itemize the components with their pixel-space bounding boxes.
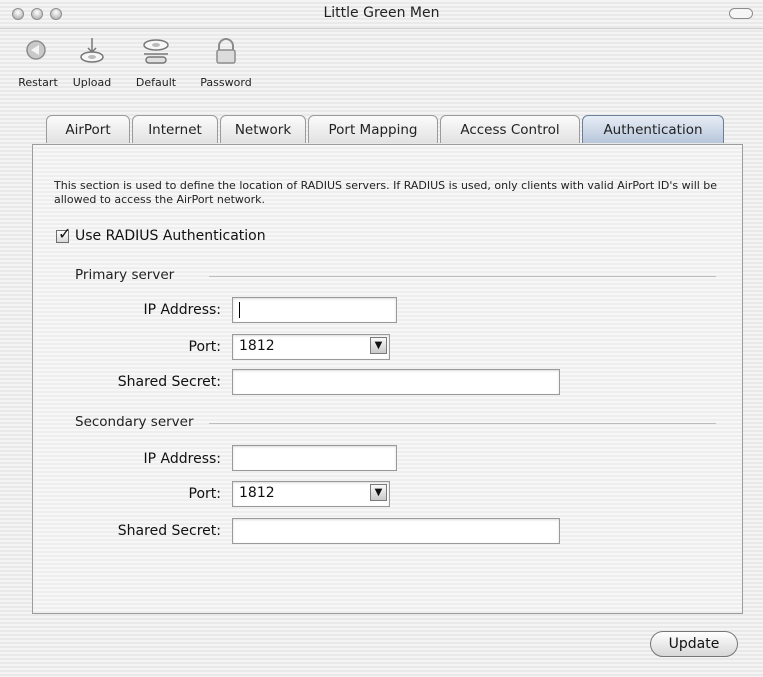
use-radius-row[interactable]: ✓ Use RADIUS Authentication bbox=[56, 225, 266, 244]
restart-button[interactable]: Restart bbox=[10, 36, 66, 89]
primary-server-heading: Primary server bbox=[75, 267, 175, 283]
default-button[interactable]: Default bbox=[126, 36, 186, 89]
password-label: Password bbox=[200, 76, 252, 89]
secondary-divider bbox=[209, 423, 716, 424]
tab-access-control[interactable]: Access Control bbox=[440, 115, 580, 143]
dropdown-arrow-icon[interactable]: ▼ bbox=[370, 337, 387, 354]
restart-icon bbox=[26, 40, 46, 60]
tab-network[interactable]: Network bbox=[220, 115, 306, 143]
secondary-server-heading: Secondary server bbox=[75, 414, 194, 430]
secondary-ip-input[interactable] bbox=[232, 445, 397, 471]
window-title: Little Green Men bbox=[323, 5, 440, 21]
primary-secret-label: Shared Secret: bbox=[117, 374, 221, 390]
toolbar: Restart Upload Default Password bbox=[0, 28, 763, 98]
tab-port-mapping[interactable]: Port Mapping bbox=[308, 115, 438, 143]
secondary-port-label: Port: bbox=[188, 486, 221, 502]
dropdown-arrow-icon[interactable]: ▼ bbox=[370, 484, 387, 501]
use-radius-label: Use RADIUS Authentication bbox=[75, 228, 266, 244]
default-label: Default bbox=[135, 76, 177, 89]
upload-icon bbox=[80, 38, 104, 63]
section-description: This section is used to define the locat… bbox=[54, 179, 718, 206]
primary-secret-input[interactable] bbox=[232, 369, 560, 395]
secondary-secret-input[interactable] bbox=[232, 518, 560, 544]
use-radius-checkbox[interactable]: ✓ bbox=[56, 225, 71, 243]
checkmark-icon: ✓ bbox=[58, 223, 72, 243]
tab-internet[interactable]: Internet bbox=[132, 115, 218, 143]
primary-port-label: Port: bbox=[188, 339, 221, 355]
secondary-port-value: 1812 bbox=[239, 485, 275, 501]
primary-divider bbox=[209, 276, 716, 277]
tab-airport[interactable]: AirPort bbox=[46, 115, 130, 143]
toolbar-toggle-button[interactable] bbox=[729, 8, 753, 19]
primary-port-value: 1812 bbox=[239, 338, 275, 354]
secondary-ip-label: IP Address: bbox=[143, 451, 222, 467]
secondary-port-select[interactable]: 1812 ▼ bbox=[232, 481, 390, 507]
default-icon bbox=[143, 39, 169, 64]
restart-label: Restart bbox=[18, 76, 58, 89]
text-cursor bbox=[239, 302, 240, 318]
upload-button[interactable]: Upload bbox=[64, 36, 120, 89]
lock-icon bbox=[216, 38, 236, 64]
window: Little Green Men Restart Upload Default … bbox=[0, 0, 763, 677]
update-button[interactable]: Update bbox=[650, 631, 738, 657]
authentication-panel: This section is used to define the locat… bbox=[32, 144, 743, 614]
primary-ip-label: IP Address: bbox=[143, 302, 222, 318]
tab-authentication[interactable]: Authentication bbox=[582, 115, 724, 143]
password-button[interactable]: Password bbox=[190, 36, 262, 89]
title-bar: Little Green Men bbox=[0, 0, 763, 29]
primary-ip-input[interactable] bbox=[232, 297, 397, 323]
primary-port-select[interactable]: 1812 ▼ bbox=[232, 334, 390, 360]
secondary-secret-label: Shared Secret: bbox=[117, 523, 221, 539]
upload-label: Upload bbox=[72, 76, 112, 89]
